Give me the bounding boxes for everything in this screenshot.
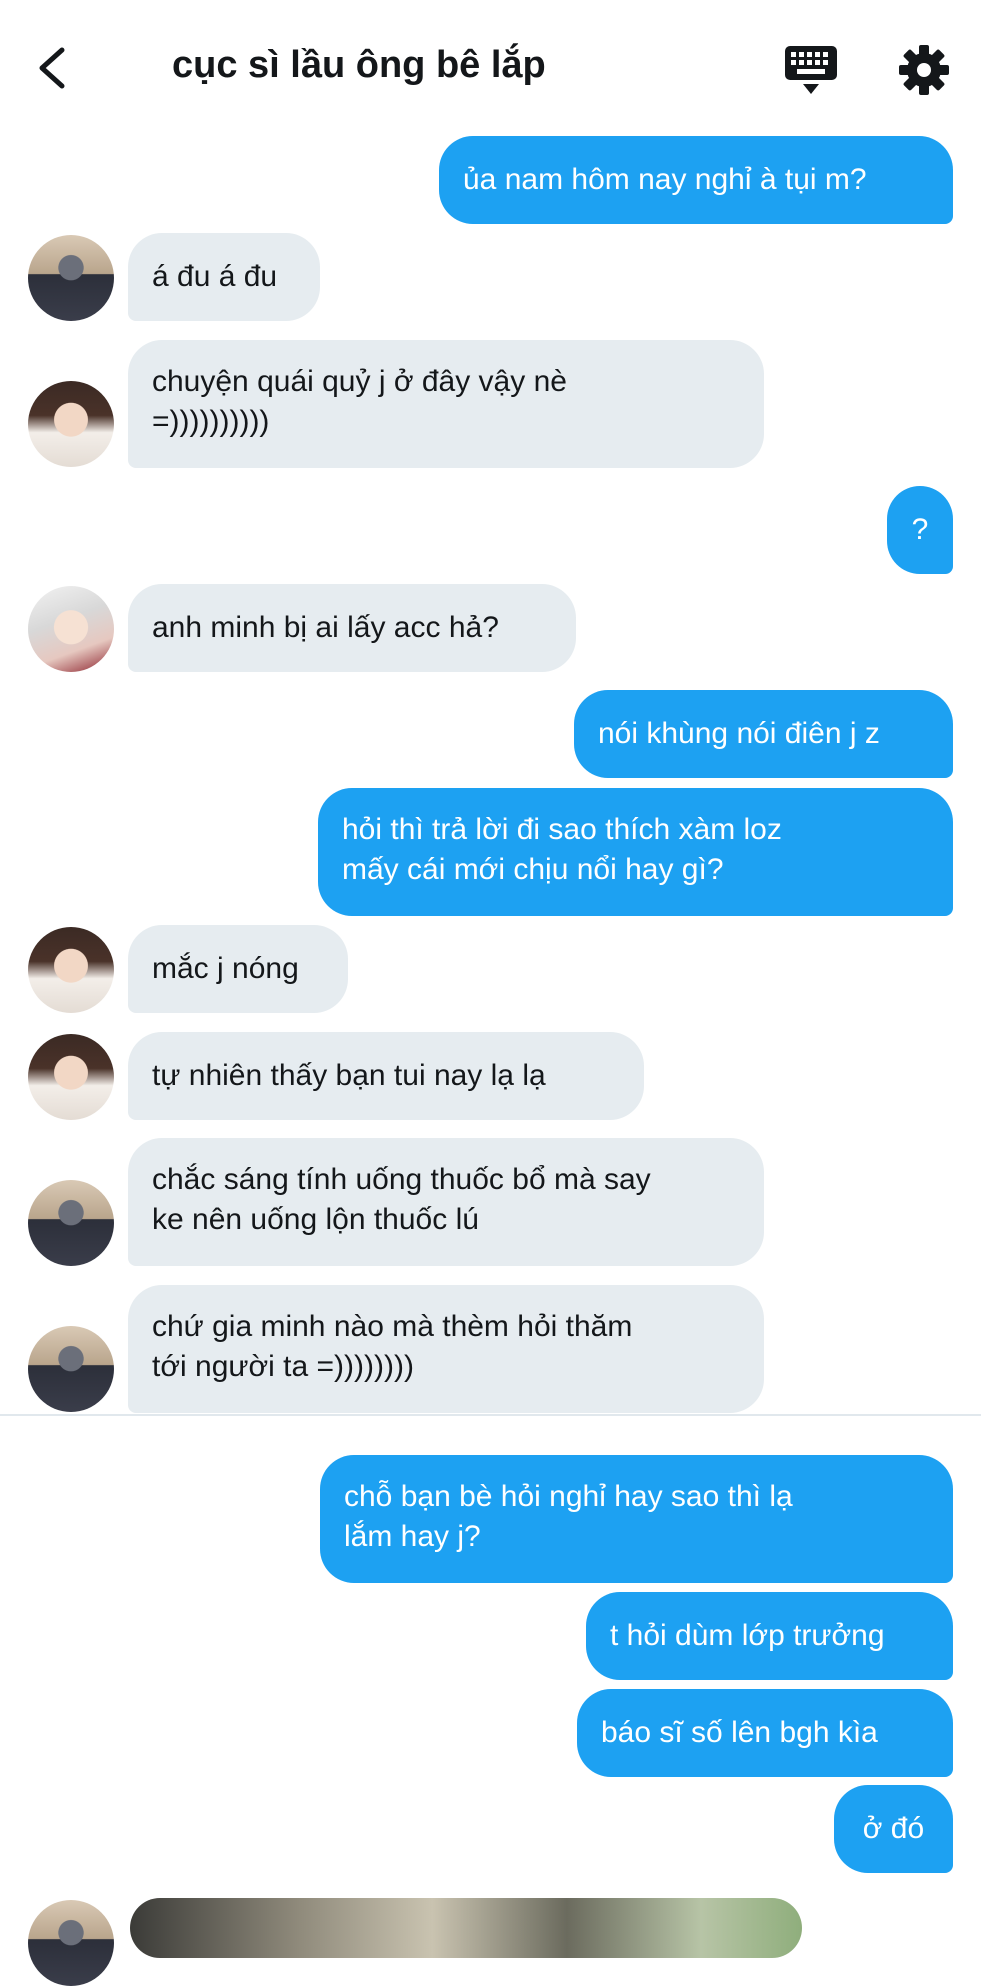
conversation-title[interactable]: cục sì lầu ông bê lắp [172, 44, 546, 87]
outgoing-message[interactable]: chỗ bạn bè hỏi nghỉ hay sao thì lạ lắm h… [320, 1455, 953, 1583]
message-text: báo sĩ số lên bgh kìa [601, 1716, 878, 1749]
avatar[interactable] [28, 1034, 114, 1120]
incoming-message[interactable]: chuyện quái quỷ j ở đây vậy nè =))))))))… [128, 340, 764, 468]
incoming-message[interactable]: chắc sáng tính uống thuốc bổ mà say ke n… [128, 1138, 764, 1266]
image-message[interactable] [130, 1898, 802, 1958]
keyboard-icon[interactable] [784, 44, 838, 96]
avatar[interactable] [28, 1326, 114, 1412]
divider [0, 1414, 981, 1416]
outgoing-message[interactable]: ủa nam hôm nay nghỉ à tụi m? [439, 136, 953, 224]
message-text: á đu á đu [152, 260, 278, 293]
avatar[interactable] [28, 927, 114, 1013]
message-text: nói khùng nói điên j z [598, 717, 880, 750]
message-text: tự nhiên thấy bạn tui nay lạ lạ [152, 1059, 546, 1092]
outgoing-message[interactable]: nói khùng nói điên j z [574, 690, 953, 778]
message-text: anh minh bị ai lấy acc hả? [152, 611, 499, 644]
avatar[interactable] [28, 381, 114, 467]
incoming-message[interactable]: chứ gia minh nào mà thèm hỏi thăm tới ng… [128, 1285, 764, 1413]
outgoing-message[interactable]: ? [887, 486, 953, 574]
message-text-line: ke nên uống lộn thuốc lú [152, 1203, 479, 1236]
message-text-line: chuyện quái quỷ j ở đây vậy nè [152, 365, 567, 398]
outgoing-message[interactable]: báo sĩ số lên bgh kìa [577, 1689, 953, 1777]
message-text-line: =)))))))))) [152, 405, 270, 438]
chat-header: cục sì lầu ông bê lắp [0, 0, 981, 136]
incoming-message[interactable]: anh minh bị ai lấy acc hả? [128, 584, 576, 672]
gear-icon[interactable] [898, 44, 950, 96]
back-chevron-icon[interactable] [28, 40, 84, 96]
message-text-line: tới người ta =)))))))) [152, 1350, 414, 1383]
avatar[interactable] [28, 1180, 114, 1266]
message-text-line: mấy cái mới chịu nổi hay gì? [342, 853, 724, 886]
message-text-line: chứ gia minh nào mà thèm hỏi thăm [152, 1310, 633, 1343]
avatar[interactable] [28, 586, 114, 672]
outgoing-message[interactable]: ở đó [834, 1785, 953, 1873]
message-text: ? [911, 513, 929, 546]
message-text: ở đó [862, 1812, 925, 1845]
message-text-line: chắc sáng tính uống thuốc bổ mà say [152, 1163, 651, 1196]
message-text-line: lắm hay j? [344, 1520, 481, 1553]
incoming-message[interactable]: mắc j nóng [128, 925, 348, 1013]
message-text-line: hỏi thì trả lời đi sao thích xàm loz [342, 813, 782, 846]
avatar[interactable] [28, 235, 114, 321]
avatar[interactable] [28, 1900, 114, 1986]
outgoing-message[interactable]: t hỏi dùm lớp trưởng [586, 1592, 953, 1680]
message-text: mắc j nóng [152, 952, 299, 985]
message-text: ủa nam hôm nay nghỉ à tụi m? [463, 163, 867, 196]
outgoing-message[interactable]: hỏi thì trả lời đi sao thích xàm loz mấy… [318, 788, 953, 916]
message-text: t hỏi dùm lớp trưởng [610, 1619, 885, 1652]
message-text-line: chỗ bạn bè hỏi nghỉ hay sao thì lạ [344, 1480, 793, 1513]
incoming-message[interactable]: á đu á đu [128, 233, 320, 321]
incoming-message[interactable]: tự nhiên thấy bạn tui nay lạ lạ [128, 1032, 644, 1120]
